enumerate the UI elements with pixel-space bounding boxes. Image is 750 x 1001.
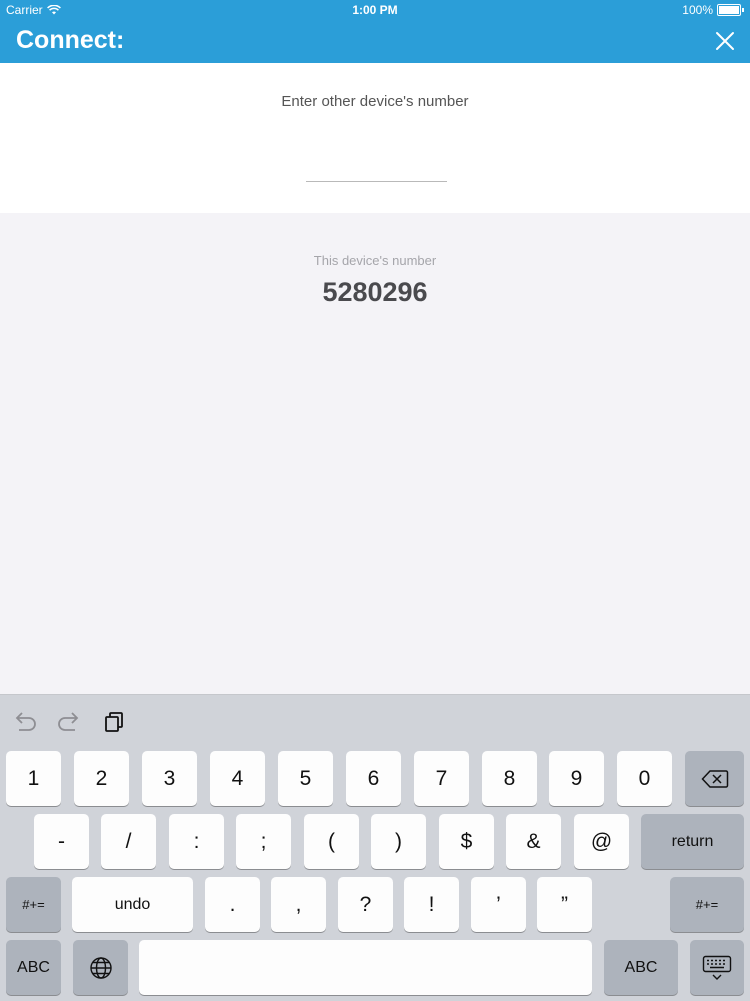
key-ampersand[interactable]: & [506, 814, 561, 869]
return-key[interactable]: return [641, 814, 744, 869]
paste-icon [105, 712, 123, 732]
dismiss-keyboard-key[interactable] [690, 940, 744, 995]
delete-key[interactable] [685, 751, 744, 806]
key-8[interactable]: 8 [482, 751, 537, 806]
key-quote[interactable]: ” [537, 877, 592, 932]
key-7[interactable]: 7 [414, 751, 469, 806]
keyboard-dismiss-icon [702, 955, 732, 980]
key-3[interactable]: 3 [142, 751, 197, 806]
key-5[interactable]: 5 [278, 751, 333, 806]
symbols-key-right[interactable]: #+= [670, 877, 744, 932]
battery-percent: 100% [682, 3, 713, 17]
other-device-label: Enter other device's number [281, 93, 469, 110]
backspace-icon [700, 769, 728, 788]
key-period[interactable]: . [205, 877, 260, 932]
symbols-key-left[interactable]: #+= [6, 877, 61, 932]
key-close-paren[interactable]: ) [371, 814, 426, 869]
globe-icon [89, 956, 112, 979]
keyboard: 1 2 3 4 5 6 7 8 9 0 - / : ; ( ) $ & @ re… [0, 694, 750, 1001]
key-colon[interactable]: : [169, 814, 224, 869]
key-slash[interactable]: / [101, 814, 156, 869]
close-icon [716, 32, 734, 50]
key-4[interactable]: 4 [210, 751, 265, 806]
key-semicolon[interactable]: ; [236, 814, 291, 869]
status-bar: Carrier 1:00 PM 100% [0, 0, 750, 22]
key-comma[interactable]: , [271, 877, 326, 932]
key-1[interactable]: 1 [6, 751, 61, 806]
undo-icon [15, 712, 36, 731]
key-0[interactable]: 0 [617, 751, 672, 806]
battery-icon [717, 4, 741, 16]
key-open-paren[interactable]: ( [304, 814, 359, 869]
keyboard-toolbar [0, 695, 750, 747]
globe-key[interactable] [73, 940, 128, 995]
key-apostrophe[interactable]: ’ [471, 877, 526, 932]
page-title: Connect: [16, 26, 125, 54]
key-exclamation[interactable]: ! [404, 877, 459, 932]
abc-key-left[interactable]: ABC [6, 940, 61, 995]
other-device-number-input[interactable] [306, 155, 447, 182]
key-question[interactable]: ? [338, 877, 393, 932]
input-panel: Enter other device's number [0, 63, 750, 213]
device-number-caption: This device's number [313, 253, 437, 268]
space-key[interactable] [139, 940, 592, 995]
key-hyphen[interactable]: - [34, 814, 89, 869]
undo-key[interactable]: undo [72, 877, 193, 932]
key-9[interactable]: 9 [549, 751, 604, 806]
status-time: 1:00 PM [352, 3, 398, 17]
abc-key-right[interactable]: ABC [604, 940, 678, 995]
redo-icon [58, 712, 79, 731]
redo-button[interactable] [56, 711, 82, 733]
paste-button[interactable] [102, 711, 128, 733]
key-2[interactable]: 2 [74, 751, 129, 806]
key-dollar[interactable]: $ [439, 814, 494, 869]
device-number: 5280296 [322, 277, 428, 307]
undo-button[interactable] [12, 711, 38, 733]
battery-info: 100% [682, 3, 744, 17]
nav-bar: Connect: [0, 22, 750, 63]
key-at[interactable]: @ [574, 814, 629, 869]
key-6[interactable]: 6 [346, 751, 401, 806]
close-button[interactable] [714, 30, 736, 52]
